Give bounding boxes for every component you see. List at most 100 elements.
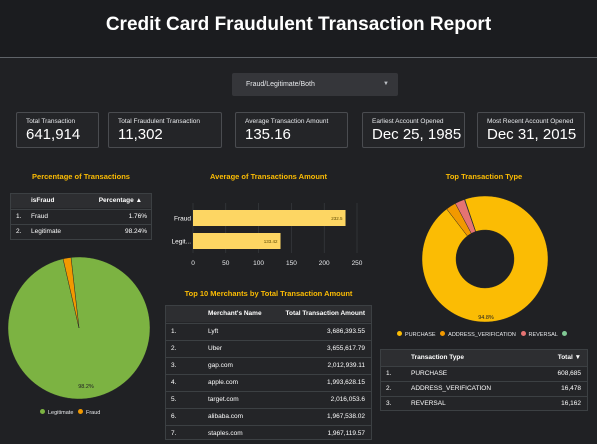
table-header: Transaction Type Total ▼ — [381, 350, 587, 366]
percentage-section-title: Percentage of Transactions — [32, 172, 130, 181]
row-label: Legitimate — [31, 228, 61, 235]
column-header-total[interactable]: Total ▼ — [558, 350, 581, 366]
fraud-filter-dropdown[interactable]: Fraud/Legitimate/Both ▼ — [232, 73, 398, 96]
legend-item-legitimate[interactable]: Legitimate — [40, 409, 73, 416]
row-value: 98.24% — [124, 228, 147, 235]
column-header-merchant-name[interactable]: Merchant's Name — [208, 306, 262, 322]
kpi-value: Dec 25, 1985 — [372, 126, 462, 143]
merchant-name: target.com — [208, 396, 239, 403]
filter-label: Fraud/Legitimate/Both — [246, 81, 315, 88]
table-row[interactable]: 2. Uber 3,655,617.79 — [166, 340, 371, 357]
kpi-recent-account: Most Recent Account Opened Dec 31, 2015 — [477, 112, 585, 148]
merchant-name: alibaba.com — [208, 413, 244, 420]
row-number: 4. — [171, 379, 177, 386]
average-amount-bar-chart: 0 50 100 150 200 250 Fraud 232.5 Legit... 133.42 — [171, 203, 363, 267]
table-row[interactable]: 2. ADDRESS_VERIFICATION 16,478 — [381, 381, 587, 396]
merchants-table: Merchant's Name Total Transaction Amount… — [165, 305, 372, 440]
kpi-earliest-account: Earliest Account Opened Dec 25, 1985 — [362, 112, 465, 148]
merchant-name: gap.com — [208, 362, 233, 369]
table-header: isFraud Percentage ▲ — [11, 194, 151, 208]
transaction-type: PURCHASE — [411, 370, 448, 377]
x-tick-label: 50 — [222, 260, 230, 267]
slice-purchase[interactable] — [421, 195, 549, 323]
category-label: Legit... — [171, 239, 191, 246]
row-number: 3. — [386, 400, 392, 407]
table-row[interactable]: 1. PURCHASE 608,685 — [381, 366, 587, 381]
legend-swatch — [520, 331, 526, 336]
merchant-name: Uber — [208, 345, 223, 352]
merchant-amount: 3,655,617.79 — [327, 345, 365, 352]
legend-item-fraud[interactable]: Fraud — [77, 409, 100, 416]
kpi-total-fraudulent: Total Fraudulent Transaction 11,302 — [108, 112, 222, 148]
column-header-isfraud[interactable]: isFraud — [31, 194, 54, 208]
transaction-type-donut-chart: 94.8% — [421, 195, 549, 323]
row-number: 2. — [16, 228, 22, 235]
row-number: 6. — [171, 413, 177, 420]
column-header-percentage[interactable]: Percentage ▲ — [99, 194, 142, 208]
transaction-total: 16,162 — [561, 400, 581, 407]
table-row[interactable]: 5. target.com 2,016,053.6 — [166, 391, 371, 408]
row-number: 3. — [171, 362, 177, 369]
x-tick-label: 200 — [319, 260, 330, 267]
row-number: 2. — [386, 385, 392, 392]
table-row: 1. Fraud 1.76% — [11, 209, 151, 224]
table-header: Merchant's Name Total Transaction Amount — [166, 306, 371, 322]
row-number: 1. — [386, 370, 392, 377]
row-number: 5. — [171, 396, 177, 403]
x-tick-label: 150 — [286, 260, 297, 267]
kpi-value: 11,302 — [118, 126, 163, 143]
percentage-pie-chart: 98.2% — [7, 256, 151, 400]
legend-item-purchase[interactable]: PURCHASE — [397, 331, 436, 338]
row-number: 1. — [16, 213, 22, 220]
donut-legend: PURCHASE ADDRESS_VERIFICATION REVERSAL — [397, 331, 577, 338]
table-row[interactable]: 6. alibaba.com 1,967,538.02 — [166, 408, 371, 425]
kpi-average-amount: Average Transaction Amount 135.16 — [235, 112, 348, 148]
legend-item-other[interactable] — [562, 331, 570, 338]
row-number: 1. — [171, 328, 177, 335]
kpi-label: Most Recent Account Opened — [487, 118, 574, 125]
merchant-amount: 2,016,053.6 — [330, 396, 365, 403]
slice-data-label: 98.2% — [78, 384, 94, 390]
merchant-amount: 1,967,119.57 — [327, 430, 365, 437]
legend-item-address-verification[interactable]: ADDRESS_VERIFICATION — [440, 331, 516, 338]
transaction-type-table: Transaction Type Total ▼ 1. PURCHASE 608,6… — [380, 349, 588, 411]
kpi-label: Total Transaction — [26, 118, 76, 125]
table-row[interactable]: 3. REVERSAL 16,162 — [381, 396, 587, 411]
kpi-value: 135.16 — [245, 126, 291, 143]
column-header-transaction-type[interactable]: Transaction Type — [411, 350, 464, 366]
x-tick-label: 0 — [191, 260, 195, 267]
x-tick-label: 250 — [352, 260, 363, 267]
legend-swatch — [562, 331, 568, 336]
table-row[interactable]: 7. staples.com 1,967,119.57 — [166, 425, 371, 442]
x-tick-label: 100 — [253, 260, 264, 267]
kpi-total-transaction: Total Transaction 641,914 — [16, 112, 99, 148]
row-number: 2. — [171, 345, 177, 352]
category-label: Fraud — [174, 216, 191, 223]
merchant-amount: 2,012,939.11 — [327, 362, 365, 369]
kpi-value: Dec 31, 2015 — [487, 126, 577, 143]
average-section-title: Average of Transactions Amount — [210, 172, 327, 181]
table-row[interactable]: 4. apple.com 1,993,628.15 — [166, 374, 371, 391]
slice-data-label: 94.8% — [478, 315, 494, 321]
bar-data-label: 133.42 — [264, 239, 278, 244]
legend-swatch — [397, 331, 402, 336]
table-row: 2. Legitimate 98.24% — [11, 224, 151, 239]
column-header-total-amount[interactable]: Total Transaction Amount — [286, 306, 365, 322]
legend-swatch — [77, 409, 83, 414]
chevron-down-icon: ▼ — [383, 81, 389, 87]
row-value: 1.76% — [128, 213, 147, 220]
merchant-name: apple.com — [208, 379, 238, 386]
merchants-section-title: Top 10 Merchants by Total Transaction Am… — [184, 289, 353, 298]
bar-0[interactable] — [193, 210, 346, 226]
table-row[interactable]: 1. Lyft 3,686,393.55 — [166, 323, 371, 340]
legend-item-reversal[interactable]: REVERSAL — [520, 331, 558, 338]
sort-ascending-icon: ▲ — [135, 197, 142, 204]
report-title: Credit Card Fraudulent Transaction Repor… — [105, 14, 492, 35]
table-row[interactable]: 3. gap.com 2,012,939.11 — [166, 357, 371, 374]
merchant-amount: 1,967,538.02 — [327, 413, 365, 420]
legend-swatch — [40, 409, 45, 414]
bar-data-label: 232.5 — [331, 216, 343, 221]
merchant-amount: 3,686,393.55 — [327, 328, 365, 335]
transaction-total: 608,685 — [557, 370, 582, 377]
merchant-name: staples.com — [208, 430, 243, 437]
